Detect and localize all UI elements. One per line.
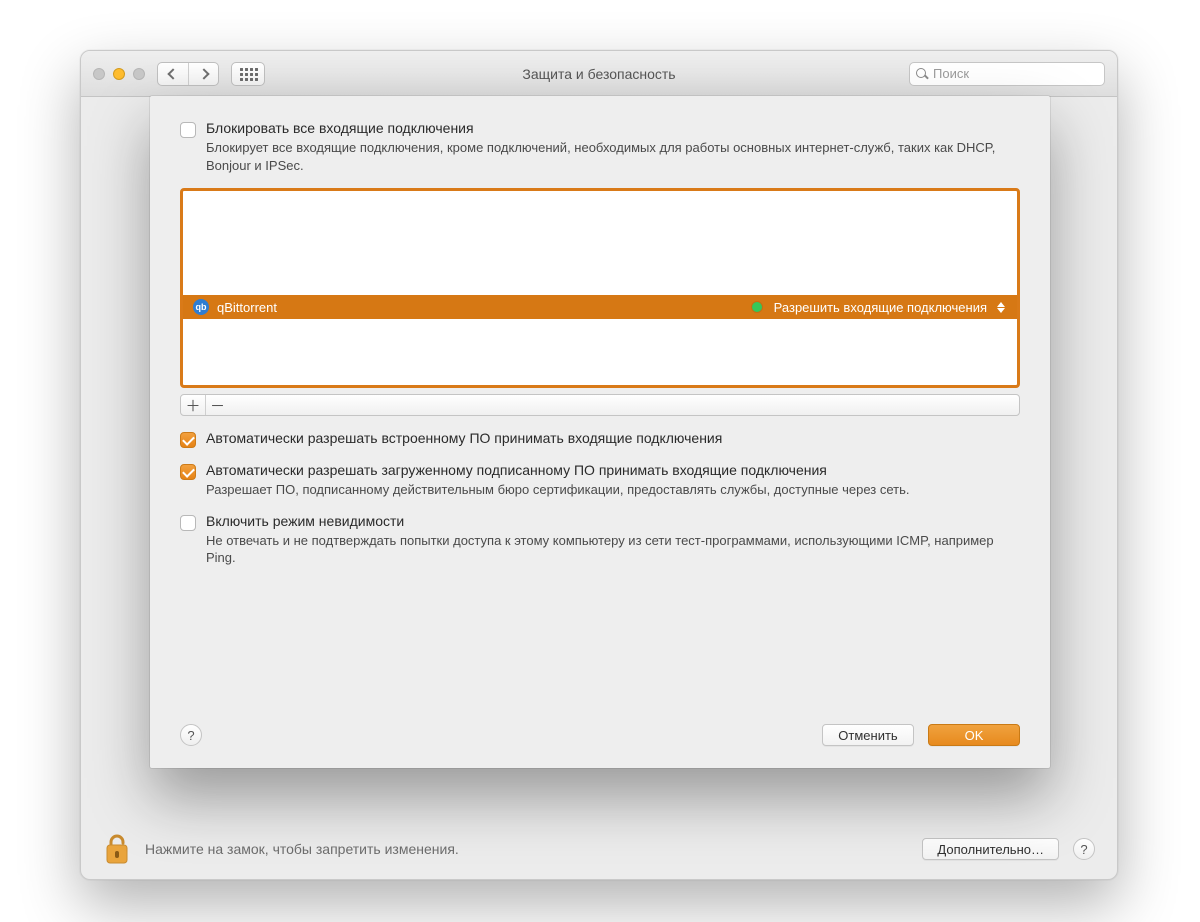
nav-back-button[interactable] <box>158 63 188 85</box>
auto-signed-checkbox[interactable] <box>180 464 196 480</box>
stealth-row: Включить режим невидимости Не отвечать и… <box>180 513 1020 567</box>
nav-back-forward <box>157 62 219 86</box>
stealth-label: Включить режим невидимости <box>206 513 1020 529</box>
app-connection-status: Разрешить входящие подключения <box>774 300 987 315</box>
auto-signed-label: Автоматически разрешать загруженному под… <box>206 462 910 478</box>
auto-builtin-checkbox[interactable] <box>180 432 196 448</box>
add-remove-segment: ＋ － <box>180 394 1020 416</box>
chevron-left-icon <box>167 68 178 79</box>
lock-description: Нажмите на замок, чтобы запретить измене… <box>145 841 459 857</box>
firewall-options-sheet: Блокировать все входящие подключения Бло… <box>150 96 1050 768</box>
sheet-button-row: ? Отменить OK <box>180 724 1020 746</box>
remove-app-button[interactable]: － <box>205 395 229 415</box>
close-window-button[interactable] <box>93 68 105 80</box>
stealth-checkbox[interactable] <box>180 515 196 531</box>
block-all-label: Блокировать все входящие подключения <box>206 120 1020 136</box>
help-button[interactable]: ? <box>1073 838 1095 860</box>
ok-button[interactable]: OK <box>928 724 1020 746</box>
block-all-description: Блокирует все входящие подключения, кром… <box>206 139 1020 174</box>
search-placeholder: Поиск <box>933 66 969 81</box>
connection-status-popup[interactable] <box>995 302 1007 313</box>
block-all-row: Блокировать все входящие подключения Бло… <box>180 120 1020 174</box>
app-list-row-selected[interactable]: qb qBittorrent Разрешить входящие подклю… <box>183 295 1017 319</box>
chevron-right-icon <box>198 68 209 79</box>
all-preferences-button[interactable] <box>231 62 265 86</box>
grid-icon <box>240 68 256 80</box>
status-indicator-icon <box>752 302 762 312</box>
auto-signed-description: Разрешает ПО, подписанному действительны… <box>206 481 910 499</box>
lock-icon[interactable] <box>103 832 131 866</box>
auto-builtin-row: Автоматически разрешать встроенному ПО п… <box>180 430 1020 448</box>
traffic-lights <box>93 68 145 80</box>
advanced-button[interactable]: Дополнительно… <box>922 838 1059 860</box>
app-icon: qb <box>193 299 209 315</box>
app-name: qBittorrent <box>217 300 277 315</box>
cancel-button[interactable]: Отменить <box>822 724 914 746</box>
auto-signed-row: Автоматически разрешать загруженному под… <box>180 462 1020 499</box>
add-app-button[interactable]: ＋ <box>181 395 205 415</box>
block-all-checkbox[interactable] <box>180 122 196 138</box>
minimize-window-button[interactable] <box>113 68 125 80</box>
auto-builtin-label: Автоматически разрешать встроенному ПО п… <box>206 430 722 446</box>
zoom-window-button[interactable] <box>133 68 145 80</box>
search-field[interactable]: Поиск <box>909 62 1105 86</box>
app-list[interactable]: qb qBittorrent Разрешить входящие подклю… <box>180 188 1020 388</box>
search-icon <box>916 68 928 80</box>
sheet-help-button[interactable]: ? <box>180 724 202 746</box>
nav-forward-button[interactable] <box>188 63 218 85</box>
window-footer: Нажмите на замок, чтобы запретить измене… <box>81 819 1117 879</box>
stealth-description: Не отвечать и не подтверждать попытки до… <box>206 532 1020 567</box>
updown-icon <box>995 302 1007 313</box>
titlebar: Защита и безопасность Поиск <box>81 51 1117 97</box>
